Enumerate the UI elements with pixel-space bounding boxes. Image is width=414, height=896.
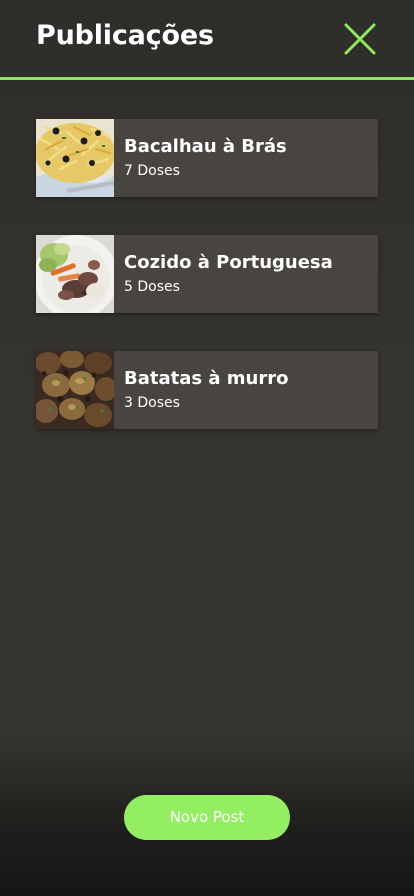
batatas-photo [36,351,114,429]
cozido-photo [36,235,114,313]
post-card-batatas[interactable]: Batatas à murro 3 Doses [36,351,378,429]
new-post-button[interactable]: Novo Post [124,795,290,840]
header-bar: Publicações [0,0,414,80]
post-thumbnail-cozido [36,235,114,313]
posts-list: Bacalhau à Brás 7 Doses Cozido à Portugu… [36,119,378,467]
bacalhau-photo [36,119,114,197]
close-icon [344,23,376,55]
post-title: Cozido à Portuguesa [124,252,333,273]
post-doses: 7 Doses [124,163,180,179]
post-card-cozido[interactable]: Cozido à Portuguesa 5 Doses [36,235,378,313]
post-thumbnail-batatas [36,351,114,429]
post-doses: 5 Doses [124,279,180,295]
post-title: Batatas à murro [124,368,289,389]
post-card-bacalhau[interactable]: Bacalhau à Brás 7 Doses [36,119,378,197]
close-button[interactable] [342,22,378,56]
post-thumbnail-bacalhau [36,119,114,197]
page-title: Publicações [36,20,214,51]
post-doses: 3 Doses [124,395,180,411]
post-title: Bacalhau à Brás [124,136,287,157]
